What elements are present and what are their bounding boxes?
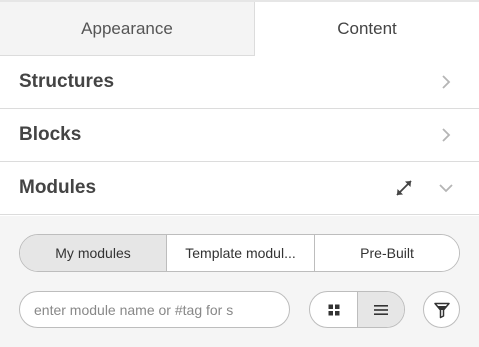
section-structures[interactable]: Structures: [0, 56, 479, 109]
my-modules-button[interactable]: My modules: [20, 235, 166, 271]
module-search-input[interactable]: [19, 291, 290, 328]
list-view-button[interactable]: [357, 292, 404, 327]
module-source-switch: My modules Template modul... Pre-Built: [19, 234, 460, 272]
chevron-right-icon: [442, 75, 451, 89]
expand-arrows-icon[interactable]: [393, 177, 415, 199]
tab-content[interactable]: Content: [255, 2, 479, 56]
tab-bar: Appearance Content: [0, 0, 479, 56]
filter-button[interactable]: [423, 291, 460, 328]
tab-appearance[interactable]: Appearance: [0, 2, 255, 56]
template-modules-button[interactable]: Template modul...: [166, 235, 314, 271]
section-modules[interactable]: Modules: [0, 162, 479, 215]
section-blocks[interactable]: Blocks: [0, 109, 479, 162]
section-title-structures: Structures: [19, 71, 115, 92]
filter-funnel-icon: [433, 302, 450, 318]
chevron-down-icon: [439, 184, 453, 193]
chevron-right-icon: [442, 128, 451, 142]
list-view-icon: [374, 304, 388, 315]
section-title-modules: Modules: [19, 177, 97, 198]
pre-built-button[interactable]: Pre-Built: [314, 235, 459, 271]
view-toggle: [309, 291, 405, 328]
grid-view-button[interactable]: [310, 292, 357, 327]
grid-view-icon: [328, 304, 339, 315]
section-title-blocks: Blocks: [19, 124, 82, 145]
